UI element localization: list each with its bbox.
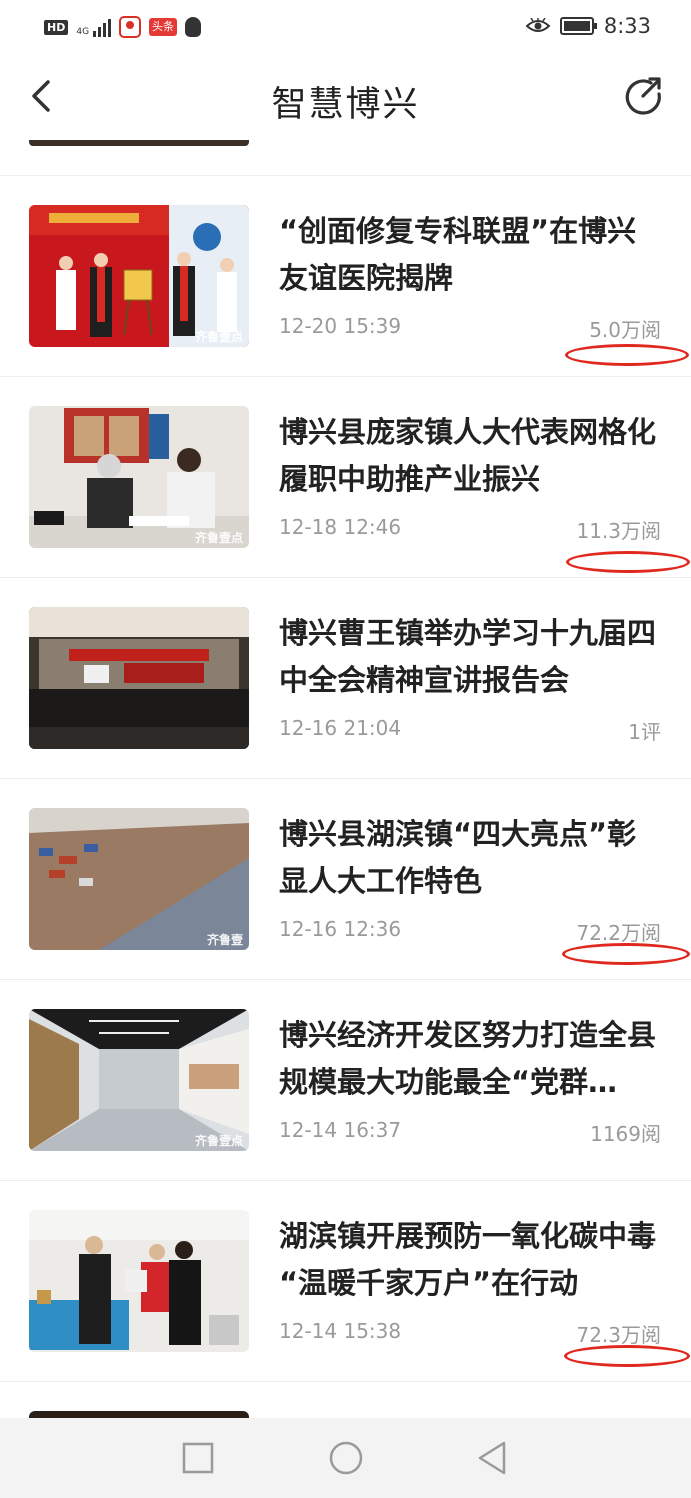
news-title[interactable]: 湖滨镇开展预防一氧化碳中毒 “温暖千家万户”在行动 [279, 1213, 664, 1307]
news-date: 12-16 12:36 [279, 917, 402, 941]
signal-icon: 4G [76, 17, 112, 37]
highlight-circle-mark [566, 551, 690, 573]
news-date: 12-14 15:38 [279, 1319, 402, 1343]
news-title[interactable]: 博兴县湖滨镇“四大亮点”彰显人大工作特色 [279, 811, 664, 905]
status-bar-left: HD 4G 头条 [44, 16, 202, 38]
news-thumbnail: 齐鲁壹点 [29, 1009, 249, 1151]
news-read-count: 11.3万阅 [576, 519, 661, 543]
news-title[interactable]: 博兴县庞家镇人大代表网格化履职中助推产业振兴 [279, 409, 664, 503]
network-type-label: 4G [76, 27, 90, 37]
news-item[interactable]: 湖滨镇开展预防一氧化碳中毒 “温暖千家万户”在行动 12-14 15:38 72… [0, 1181, 691, 1382]
news-list: 齐鲁壹点 “创面修复专科联盟”在博兴友谊医院揭牌 12-20 15:39 5.0… [0, 176, 691, 1382]
news-item[interactable]: 齐鲁壹点 “创面修复专科联盟”在博兴友谊医院揭牌 12-20 15:39 5.0… [0, 176, 691, 377]
system-nav-bar [0, 1418, 691, 1498]
qq-icon [185, 17, 202, 37]
home-icon[interactable] [326, 1438, 366, 1478]
share-icon[interactable] [621, 74, 665, 118]
news-title[interactable]: 博兴曹王镇举办学习十九届四中全会精神宣讲报告会 [279, 610, 664, 704]
news-item[interactable]: 齐鲁壹点 博兴经济开发区努力打造全县规模最大功能最全“党群… 12-14 16:… [0, 980, 691, 1181]
news-item[interactable]: 博兴曹王镇举办学习十九届四中全会精神宣讲报告会 12-16 21:04 1评 [0, 578, 691, 779]
eye-care-icon [525, 18, 550, 32]
news-title[interactable]: “创面修复专科联盟”在博兴友谊医院揭牌 [279, 208, 664, 302]
news-date: 12-14 16:37 [279, 1118, 402, 1142]
news-thumbnail: 齐鲁壹点 [29, 406, 249, 548]
thumbnail-watermark: 齐鲁壹点 [194, 1134, 243, 1148]
page-title: 智慧博兴 [271, 85, 420, 125]
news-item[interactable]: 齐鲁壹点 博兴县庞家镇人大代表网格化履职中助推产业振兴 12-18 12:46 … [0, 377, 691, 578]
toutiao-app-icon: 头条 [149, 18, 178, 36]
status-time: 8:33 [603, 14, 651, 38]
thumbnail-watermark: 齐鲁壹点 [194, 531, 243, 545]
back-triangle-icon[interactable] [472, 1438, 512, 1478]
news-read-count: 72.3万阅 [576, 1323, 661, 1347]
news-thumbnail [29, 607, 249, 749]
news-date: 12-16 21:04 [279, 716, 402, 740]
list-item-partial-top[interactable] [0, 140, 691, 176]
news-read-count: 1169阅 [590, 1122, 661, 1146]
app-header: 智慧博兴 [0, 58, 691, 140]
hd-indicator: HD [44, 19, 69, 35]
highlight-circle-mark [564, 1345, 690, 1367]
news-read-count: 72.2万阅 [576, 921, 661, 945]
news-comment-count: 1评 [628, 720, 661, 744]
highlight-circle-mark [562, 943, 690, 965]
news-thumbnail: 齐鲁壹点 [29, 205, 249, 347]
news-title[interactable]: 博兴经济开发区努力打造全县规模最大功能最全“党群… [279, 1012, 664, 1106]
news-read-count: 5.0万阅 [589, 318, 661, 342]
highlight-circle-mark [565, 344, 689, 366]
app-location-icon [119, 16, 142, 38]
status-bar: HD 4G 头条 8:33 [0, 0, 691, 58]
news-date: 12-18 12:46 [279, 515, 402, 539]
news-date: 12-20 15:39 [279, 314, 402, 338]
thumbnail-partial [29, 140, 249, 146]
news-item[interactable]: 齐鲁壹 博兴县湖滨镇“四大亮点”彰显人大工作特色 12-16 12:36 72.… [0, 779, 691, 980]
status-bar-right: 8:33 [525, 14, 651, 38]
news-thumbnail: 齐鲁壹 [29, 808, 249, 950]
list-item-partial-bottom[interactable] [0, 1382, 691, 1419]
news-thumbnail [29, 1210, 249, 1352]
recent-apps-icon[interactable] [178, 1438, 218, 1478]
thumbnail-watermark: 齐鲁壹点 [194, 330, 243, 344]
battery-icon [559, 17, 597, 35]
thumbnail-watermark: 齐鲁壹 [206, 933, 243, 947]
